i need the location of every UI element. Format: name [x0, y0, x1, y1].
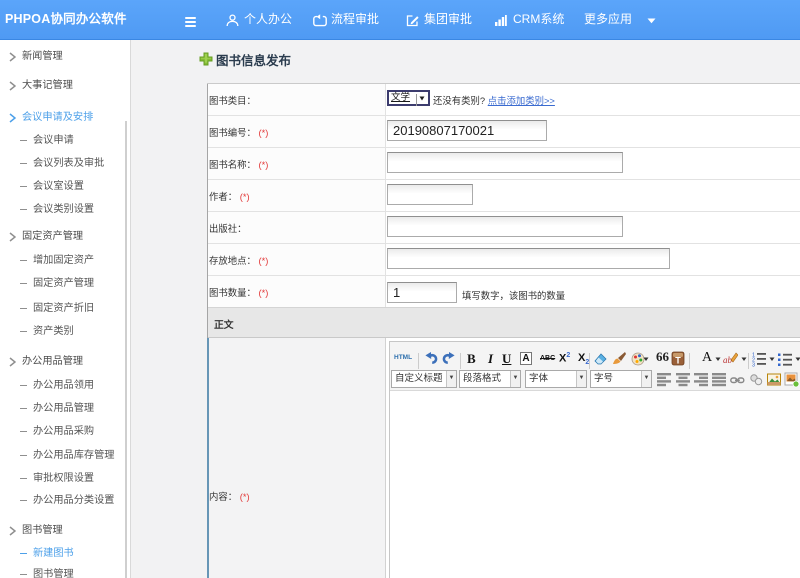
- svg-text:3: 3: [752, 363, 755, 368]
- svg-text:T: T: [675, 356, 681, 366]
